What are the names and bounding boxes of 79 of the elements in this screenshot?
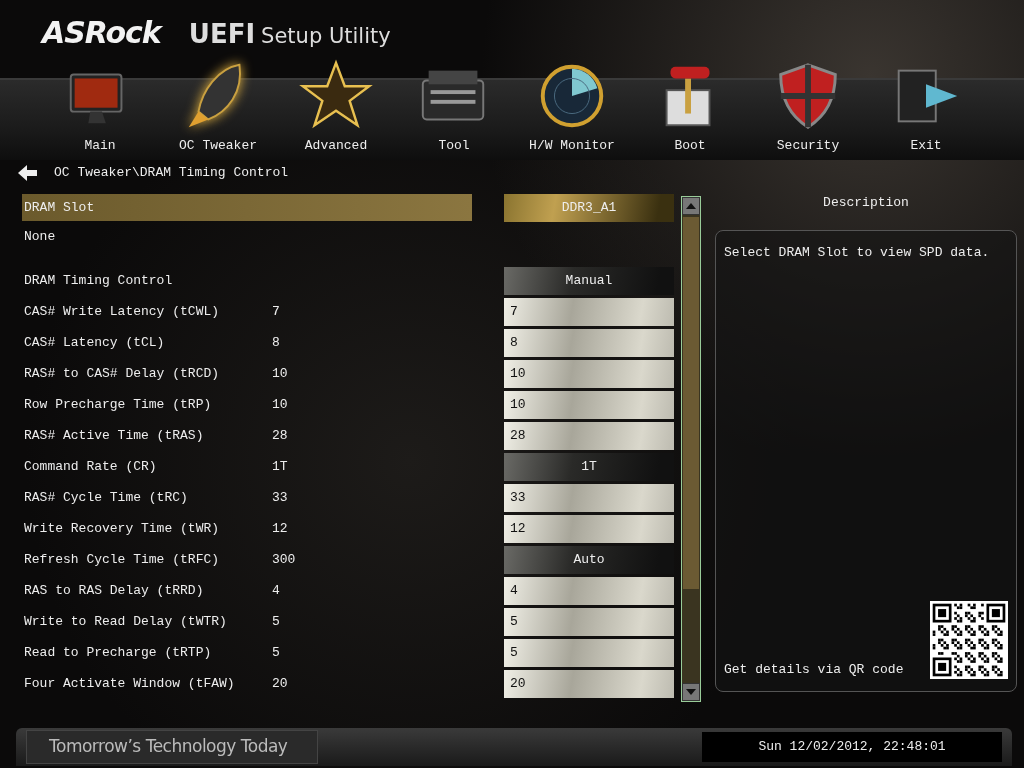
value-field[interactable]: 8 xyxy=(504,328,674,357)
menu-tab[interactable]: Advanced xyxy=(277,56,395,160)
setting-row[interactable]: Four Activate Window (tFAW) 20 xyxy=(22,670,472,697)
setting-label: Write Recovery Time (tWR) xyxy=(24,519,221,538)
value-field[interactable]: 7 xyxy=(504,297,674,326)
value-field[interactable]: 5 xyxy=(504,607,674,636)
current-value: 7 xyxy=(272,302,280,321)
current-value: 33 xyxy=(272,488,288,507)
setting-row[interactable]: RAS# to CAS# Delay (tRCD) 10 xyxy=(22,360,472,387)
value-field[interactable]: 28 xyxy=(504,421,674,450)
setting-row[interactable]: RAS to RAS Delay (tRRD) 4 xyxy=(22,577,472,604)
current-value: 1T xyxy=(272,457,288,476)
current-value: 5 xyxy=(272,643,280,662)
setting-label: None xyxy=(24,227,57,246)
current-value: 28 xyxy=(272,426,288,445)
option-selector[interactable]: Auto xyxy=(504,545,674,574)
current-value: 4 xyxy=(272,581,280,600)
setting-label: DRAM Slot xyxy=(24,198,96,217)
setting-label: RAS# to CAS# Delay (tRCD) xyxy=(24,364,221,383)
current-value: 8 xyxy=(272,333,280,352)
setting-row[interactable]: RAS# Cycle Time (tRC) 33 xyxy=(22,484,472,511)
slogan: Tomorrow’s Technology Today xyxy=(26,730,318,764)
product-subtitle: Setup Utility xyxy=(261,24,391,48)
option-selector[interactable]: Manual xyxy=(504,266,674,295)
setting-row[interactable]: RAS# Active Time (tRAS) 28 xyxy=(22,422,472,449)
setting-label: RAS to RAS Delay (tRRD) xyxy=(24,581,205,600)
setting-label: DRAM Timing Control xyxy=(24,271,174,290)
setting-row[interactable]: CAS# Write Latency (tCWL) 7 xyxy=(22,298,472,325)
menu-tab[interactable]: Security xyxy=(749,56,867,160)
current-value: 300 xyxy=(272,550,296,569)
current-value: 12 xyxy=(272,519,288,538)
setting-row[interactable]: Write to Read Delay (tWTR) 5 xyxy=(22,608,472,635)
scrollbar[interactable] xyxy=(681,196,701,702)
setting-row[interactable]: DRAM Slot xyxy=(22,194,472,221)
value-field[interactable]: 20 xyxy=(504,669,674,698)
setting-label: Command Rate (CR) xyxy=(24,457,158,476)
menu-tab[interactable]: Exit xyxy=(867,56,985,160)
menu-tab[interactable]: OC Tweaker xyxy=(159,56,277,160)
setting-label: RAS# Active Time (tRAS) xyxy=(24,426,205,445)
value-field[interactable]: 4 xyxy=(504,576,674,605)
setting-label: Refresh Cycle Time (tRFC) xyxy=(24,550,221,569)
value-field[interactable]: 10 xyxy=(504,359,674,388)
qr-caption: Get details via QR code xyxy=(724,660,904,679)
setting-label: Row Precharge Time (tRP) xyxy=(24,395,213,414)
menu-tab[interactable]: Tool xyxy=(395,56,513,160)
setting-row[interactable]: Refresh Cycle Time (tRFC) 300 xyxy=(22,546,472,573)
setting-row[interactable]: Command Rate (CR) 1T xyxy=(22,453,472,480)
current-value: 10 xyxy=(272,395,288,414)
back-arrow-icon[interactable] xyxy=(18,165,38,181)
setting-row[interactable]: None xyxy=(22,223,472,250)
value-field[interactable]: 12 xyxy=(504,514,674,543)
current-value: 5 xyxy=(272,612,280,631)
description-text: Select DRAM Slot to view SPD data. xyxy=(724,244,991,262)
menu-tab[interactable]: H/W Monitor xyxy=(513,56,631,160)
setting-row[interactable]: DRAM Timing Control xyxy=(22,267,472,294)
setting-label: Write to Read Delay (tWTR) xyxy=(24,612,228,631)
brand-logo: ASRock xyxy=(42,15,161,50)
setting-label: CAS# Latency (tCL) xyxy=(24,333,166,352)
setting-row[interactable]: Read to Precharge (tRTP) 5 xyxy=(22,639,472,666)
description-title: Description xyxy=(822,194,910,212)
up-arrow-icon[interactable] xyxy=(686,203,696,209)
menu-tab[interactable]: Main xyxy=(41,56,159,160)
setting-row[interactable]: Row Precharge Time (tRP) 10 xyxy=(22,391,472,418)
setting-label: Read to Precharge (tRTP) xyxy=(24,643,213,662)
value-field[interactable]: 10 xyxy=(504,390,674,419)
setting-row[interactable]: Write Recovery Time (tWR) 12 xyxy=(22,515,472,542)
product-title: UEFI xyxy=(188,19,256,49)
setting-label: CAS# Write Latency (tCWL) xyxy=(24,302,221,321)
menu-tab[interactable]: Boot xyxy=(631,56,749,160)
value-field[interactable]: 5 xyxy=(504,638,674,667)
setting-label: Four Activate Window (tFAW) xyxy=(24,674,236,693)
setting-row[interactable]: CAS# Latency (tCL) 8 xyxy=(22,329,472,356)
breadcrumb: OC Tweaker\DRAM Timing Control xyxy=(54,164,289,183)
setting-label: RAS# Cycle Time (tRC) xyxy=(24,488,189,507)
value-field[interactable]: 33 xyxy=(504,483,674,512)
down-arrow-icon[interactable] xyxy=(686,689,696,695)
current-value: 20 xyxy=(272,674,288,693)
current-value: 10 xyxy=(272,364,288,383)
clock: Sun 12/02/2012, 22:48:01 xyxy=(702,732,1002,762)
